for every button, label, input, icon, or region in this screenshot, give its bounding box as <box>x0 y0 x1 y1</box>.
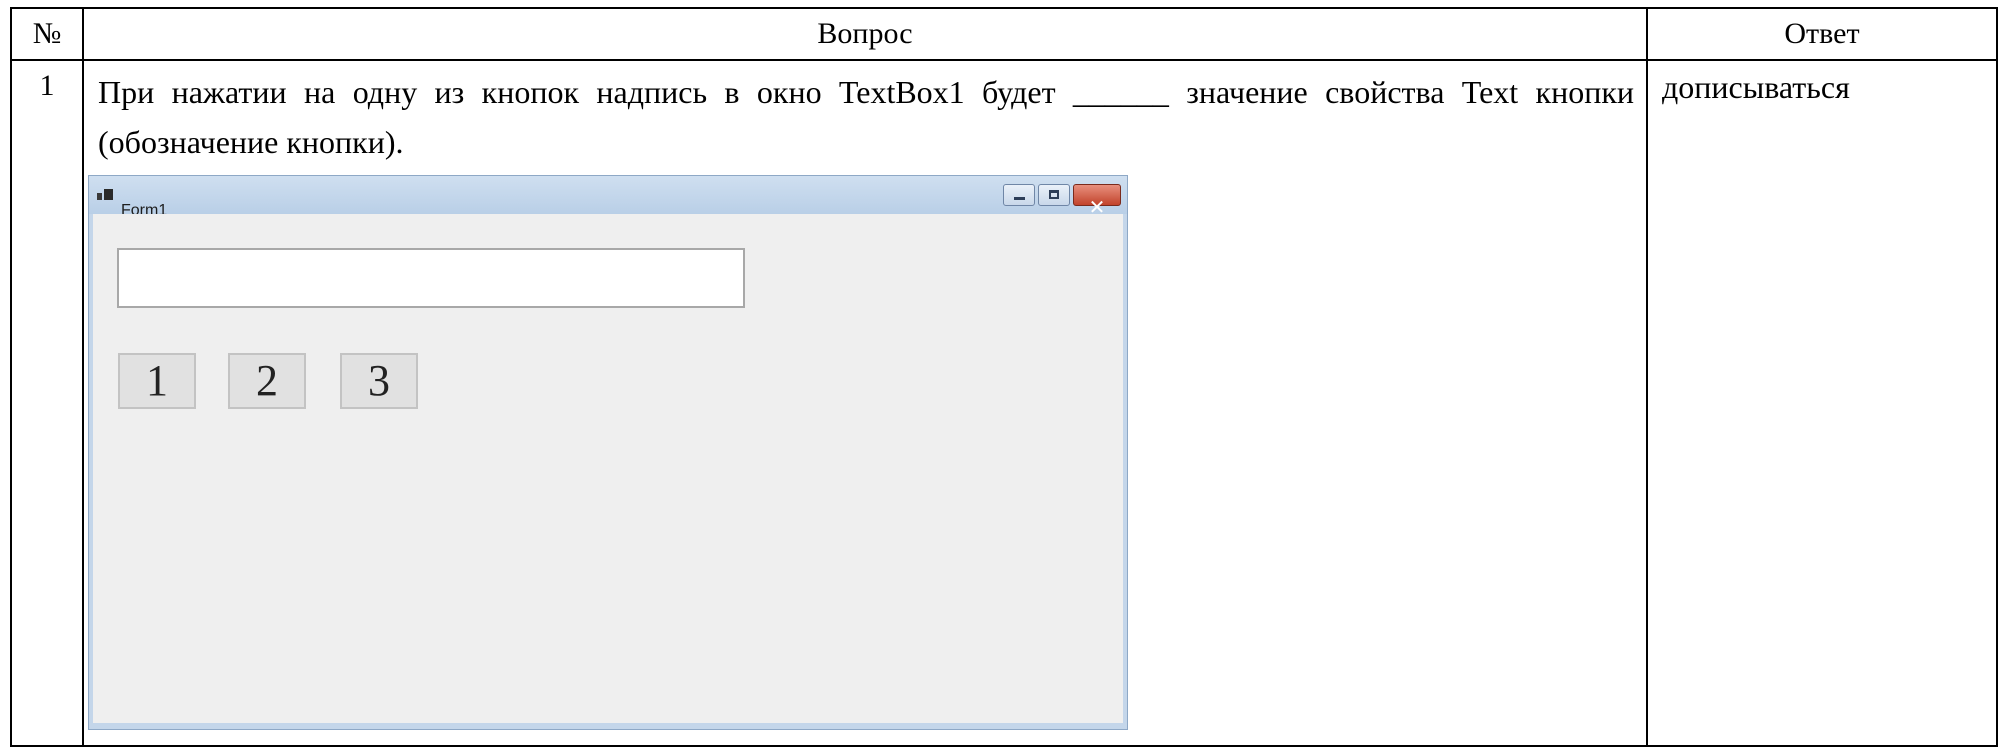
table-header-row: № Вопрос Ответ <box>10 7 1998 61</box>
maximize-button[interactable] <box>1038 184 1070 206</box>
form-title-bar: Form1 ✕ <box>89 176 1127 219</box>
quiz-table: № Вопрос Ответ 1 При нажатии на одну из … <box>10 7 1998 747</box>
form-button-1[interactable]: 1 <box>118 353 196 409</box>
caption-buttons: ✕ <box>1003 184 1121 219</box>
form-app-icon <box>97 189 113 201</box>
header-question: Вопрос <box>82 7 1648 61</box>
answer-cell: дописываться <box>1646 59 1998 747</box>
minimize-button[interactable] <box>1003 184 1035 206</box>
maximize-icon <box>1049 190 1059 199</box>
question-text: При нажатии на одну из кнопок надпись в … <box>98 74 1634 160</box>
form-client-area: 1 2 3 <box>93 214 1123 723</box>
form-button-2[interactable]: 2 <box>228 353 306 409</box>
textbox1[interactable] <box>117 248 745 308</box>
question-cell: При нажатии на одну из кнопок надпись в … <box>82 59 1648 747</box>
header-answer: Ответ <box>1646 7 1998 61</box>
form-window-image: Form1 ✕ 1 2 3 <box>88 175 1128 730</box>
minimize-icon <box>1014 197 1025 200</box>
row-number: 1 <box>10 59 84 747</box>
table-row: 1 При нажатии на одну из кнопок надпись … <box>10 59 1998 747</box>
form-button-3[interactable]: 3 <box>340 353 418 409</box>
header-number: № <box>10 7 84 61</box>
close-button[interactable]: ✕ <box>1073 184 1121 219</box>
